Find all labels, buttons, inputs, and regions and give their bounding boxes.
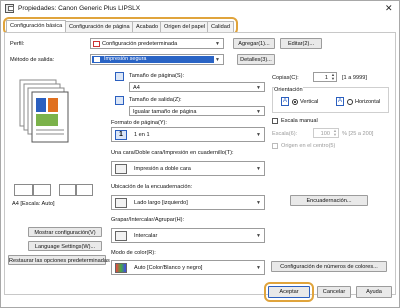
language-settings-button[interactable]: Language Settings(W)... — [28, 241, 102, 251]
page-size-label: Tamaño de página(S): — [129, 73, 185, 79]
orientation-label: Orientación — [274, 87, 303, 93]
output-size-select[interactable]: Igualar tamaño de página ▼ — [129, 106, 265, 116]
binding-value: Lado largo [izquierdo] — [134, 200, 188, 206]
duplex-icon — [115, 164, 127, 174]
scale-label: Escala(6): — [272, 131, 298, 137]
color-mode-label: Modo de color(R): — [111, 250, 156, 256]
preview-caption: A4 [Escala: Auto] — [12, 201, 55, 207]
page-size-value: A4 — [133, 85, 140, 91]
binding-label: Ubicación de la encuadernación: — [111, 184, 193, 190]
profile-icon — [93, 41, 100, 47]
duplex-select[interactable]: Impresión a doble cara ▼ — [111, 161, 265, 176]
profile-label: Perfil: — [10, 41, 25, 47]
copies-range: [1 a 9999] — [342, 75, 367, 81]
page-format-value: 1 en 1 — [134, 132, 150, 138]
profile-value: Configuración predeterminada — [102, 41, 178, 47]
show-settings-button[interactable]: Mostrar configuración(V) — [28, 227, 102, 237]
color-mode-icon — [115, 263, 127, 273]
duplex-label: Una cara/Doble cara/Impresión en cuadern… — [111, 150, 234, 156]
binding-select[interactable]: Lado largo [izquierdo] ▼ — [111, 195, 265, 210]
scale-value: 100 — [320, 131, 330, 137]
page-size-select[interactable]: A4 ▼ — [129, 82, 265, 92]
output-method-label: Método de salida: — [10, 57, 55, 63]
layout-2-icon[interactable] — [33, 184, 51, 196]
edit-profile-button[interactable]: Editar(2)... — [280, 38, 322, 49]
landscape-label: Horizontal — [355, 99, 381, 105]
color-preview-icon[interactable] — [76, 184, 93, 196]
chevron-down-icon: ▼ — [215, 57, 220, 63]
chevron-down-icon: ▼ — [256, 132, 261, 138]
cancel-button[interactable]: Cancelar — [317, 286, 351, 298]
staple-preview-icon[interactable] — [59, 184, 76, 196]
center-origin-label: Origen en el centro(5) — [281, 143, 336, 149]
staple-icon — [115, 231, 127, 241]
stepper-icon[interactable]: ▲ ▼ — [331, 73, 335, 81]
copies-input[interactable]: 1 ▲ ▼ — [313, 72, 337, 82]
chevron-down-icon: ▼ — [256, 166, 261, 172]
binding-button[interactable]: Encuadernación... — [290, 195, 368, 206]
portrait-icon: A — [281, 97, 289, 106]
color-mode-select[interactable]: Auto [Color/Blanco y negro] ▼ — [111, 260, 265, 275]
lock-icon — [94, 57, 100, 62]
output-size-value: Igualar tamaño de página — [133, 109, 197, 115]
color-numbers-button[interactable]: Configuración de números de colores... — [271, 261, 387, 272]
help-button[interactable]: Ayuda — [356, 286, 392, 298]
window-title: Propiedades: Canon Generic Plus LIPSLX — [18, 5, 141, 12]
chevron-down-icon: ▼ — [256, 200, 261, 206]
copies-label: Copias(C): — [272, 75, 299, 81]
close-icon[interactable]: ✕ — [385, 3, 393, 14]
chevron-down-icon: ▼ — [256, 109, 261, 115]
manual-scale-checkbox[interactable] — [272, 118, 278, 124]
output-method-select[interactable]: Impresión segura ▼ — [90, 54, 224, 65]
chevron-down-icon: ▼ — [256, 265, 261, 271]
copies-value: 1 — [324, 75, 328, 81]
accept-button[interactable]: Aceptar — [268, 286, 310, 298]
portrait-radio[interactable] — [292, 99, 298, 105]
chevron-down-icon: ▼ — [256, 233, 261, 239]
restore-defaults-button[interactable]: Restaurar las opciones predeterminadas — [8, 255, 110, 265]
details-button[interactable]: Detalles(3)... — [237, 54, 275, 65]
landscape-radio[interactable] — [347, 99, 353, 105]
printer-icon — [5, 4, 14, 13]
center-origin-checkbox[interactable] — [272, 143, 278, 149]
staple-value: Intercalar — [134, 233, 158, 239]
color-mode-value: Auto [Color/Blanco y negro] — [134, 265, 203, 271]
landscape-icon: A — [336, 97, 344, 106]
page-format-label: Formato de página(Y): — [111, 120, 167, 126]
portrait-label: Vertical — [300, 99, 319, 105]
chevron-down-icon: ▼ — [256, 85, 261, 91]
scale-input[interactable]: 100 ▲ ▼ — [313, 128, 339, 138]
page-preview — [14, 78, 74, 173]
scale-range: % [25 a 200] — [342, 131, 374, 137]
output-size-icon — [115, 96, 124, 105]
page-format-icon: 1 — [115, 130, 127, 140]
profile-select[interactable]: Configuración predeterminada ▼ — [90, 38, 224, 49]
layout-1-icon[interactable] — [14, 184, 33, 196]
page-size-icon — [115, 72, 124, 81]
staple-select[interactable]: Intercalar ▼ — [111, 228, 265, 243]
page-format-select[interactable]: 1 1 en 1 ▼ — [111, 127, 265, 142]
binding-icon — [115, 198, 127, 208]
output-size-label: Tamaño de salida(Z): — [129, 97, 182, 103]
add-profile-button[interactable]: Agregar(1)... — [233, 38, 275, 49]
output-method-value: Impresión segura — [92, 56, 214, 63]
duplex-value: Impresión a doble cara — [134, 166, 191, 172]
stepper-icon[interactable]: ▲ ▼ — [333, 129, 337, 137]
manual-scale-label: Escala manual — [281, 118, 318, 124]
chevron-down-icon: ▼ — [215, 41, 220, 47]
staple-label: Grapar/Intercalar/Agrupar(H): — [111, 217, 185, 223]
